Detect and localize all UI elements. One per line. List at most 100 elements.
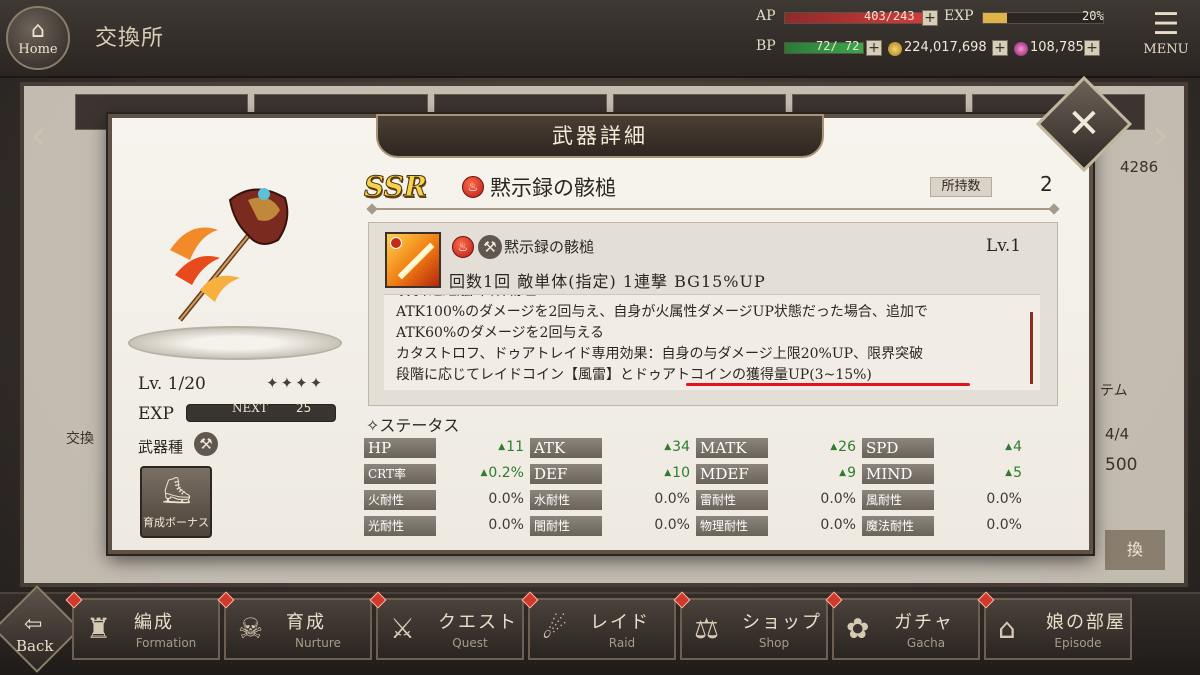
- stat-cell: CRT率 ▲0.2%: [364, 464, 526, 486]
- stat-cell: HP ▲11: [364, 438, 526, 460]
- hamburger-icon: ☰: [1152, 7, 1180, 42]
- stat-value: ▲4: [1005, 439, 1022, 455]
- highlight-underline: [686, 383, 970, 386]
- bp-value: 72/ 72: [816, 39, 860, 53]
- stat-cell: 雷耐性 0.0%: [696, 490, 858, 512]
- stat-cell: DEF ▲10: [530, 464, 692, 486]
- stat-value: 0.0%: [986, 517, 1022, 533]
- ap-plus-button[interactable]: +: [922, 10, 938, 26]
- right-arrow-icon: ›: [1152, 110, 1169, 159]
- stat-label: MDEF: [696, 464, 768, 484]
- stat-value: ▲9: [839, 465, 856, 481]
- ap-label: AP: [756, 8, 776, 24]
- stat-label: DEF: [530, 464, 602, 484]
- nav-sublabel: Episode: [1054, 636, 1102, 650]
- status-header: ✧ステータス: [366, 416, 460, 435]
- weapon-exp-label: EXP: [138, 404, 174, 424]
- increase-icon: ▲: [664, 442, 672, 452]
- stat-cell: 火耐性 0.0%: [364, 490, 526, 512]
- stat-value: 0.0%: [488, 517, 524, 533]
- status-icon: ✧: [366, 416, 380, 435]
- nav-sublabel: Shop: [758, 636, 790, 650]
- nav-sublabel: Gacha: [906, 636, 946, 650]
- skill-description[interactable]: 攻撃/近距離/単体/物理 ATK100%のダメージを2回与え、自身が火属性ダメー…: [384, 294, 1040, 390]
- nurture-bonus-button[interactable]: ⛸ 育成ボーナス: [140, 466, 212, 538]
- home-icon: ⌂: [31, 17, 45, 43]
- home-button[interactable]: ⌂ Home: [6, 6, 70, 70]
- nav-label: ガチャ: [894, 612, 954, 633]
- nav-quest-button[interactable]: ⚔ クエスト Quest: [369, 591, 524, 660]
- gem-plus-button[interactable]: +: [1084, 40, 1100, 56]
- increase-icon: ▲: [830, 442, 838, 452]
- stat-cell: 魔法耐性 0.0%: [862, 516, 1024, 538]
- gem-icon: [1014, 42, 1028, 56]
- left-arrow-icon: ‹: [30, 110, 47, 159]
- nav-raid-button[interactable]: ☄ レイド Raid: [521, 591, 676, 660]
- stat-label: 風耐性: [862, 490, 934, 510]
- menu-button[interactable]: ☰ MENU: [1140, 8, 1192, 68]
- stat-cell: 水耐性 0.0%: [530, 490, 692, 512]
- background-exchange-button: 換: [1105, 530, 1165, 570]
- skill-scrollbar[interactable]: [1030, 312, 1033, 384]
- axe-icon: ⚒: [194, 432, 218, 456]
- nav-label: 編成: [134, 612, 174, 633]
- nav-nurture-button[interactable]: ☠ 育成 Nurture: [217, 591, 372, 660]
- increase-icon: ▲: [1005, 442, 1013, 452]
- weapon-type-label: 武器種: [138, 438, 184, 456]
- stat-label: HP: [364, 438, 436, 458]
- gold-plus-button[interactable]: +: [992, 40, 1008, 56]
- stat-cell: MATK ▲26: [696, 438, 858, 460]
- nav-label: クエスト: [438, 612, 518, 633]
- gold-icon: [888, 42, 902, 56]
- weapon-level: Lv. 1/20: [138, 374, 206, 394]
- player-stats: AP 403/243 + EXP 20% BP 72/ 72 + 224,017…: [754, 6, 1134, 66]
- nav-shop-button[interactable]: ⚖ ショップ Shop: [673, 591, 828, 660]
- close-icon: ✕: [1067, 100, 1101, 147]
- nav-label: 娘の部屋: [1046, 612, 1126, 633]
- bp-label: BP: [756, 38, 776, 54]
- stat-label: 物理耐性: [696, 516, 768, 536]
- stat-label: 魔法耐性: [862, 516, 934, 536]
- background-number: 4286: [1120, 158, 1159, 176]
- skill-desc-line: 攻撃/近距離/単体/物理: [396, 295, 1028, 302]
- nav-sublabel: Formation: [135, 636, 197, 650]
- stat-cell: ATK ▲34: [530, 438, 692, 460]
- increase-icon: ▲: [664, 468, 672, 478]
- exp-next-label: NEXT: [232, 401, 268, 415]
- nav-formation-button[interactable]: ♜ 編成 Formation: [65, 591, 220, 660]
- menu-label: MENU: [1143, 42, 1189, 57]
- axe-icon: ⚒: [478, 235, 502, 259]
- skill-level: Lv.1: [986, 236, 1022, 256]
- stat-value: 0.0%: [654, 517, 690, 533]
- stat-label: 火耐性: [364, 490, 436, 510]
- stat-label: 光耐性: [364, 516, 436, 536]
- nav-label: ショップ: [742, 612, 822, 633]
- exp-next-value: 25: [296, 401, 312, 415]
- fire-mini-icon: [390, 237, 402, 249]
- increase-icon: ▲: [480, 468, 488, 478]
- nav-sublabel: Raid: [608, 636, 636, 650]
- stat-cell: SPD ▲4: [862, 438, 1024, 460]
- nav-gacha-button[interactable]: ✿ ガチャ Gacha: [825, 591, 980, 660]
- skill-name: 黙示録の骸槌: [504, 238, 595, 256]
- exp-label: EXP: [944, 8, 974, 24]
- ap-value: 403/243: [864, 9, 915, 23]
- fire-element-icon: ♨: [462, 176, 484, 198]
- modal-title: 武器詳細: [376, 114, 824, 158]
- stat-cell: 風耐性 0.0%: [862, 490, 1024, 512]
- increase-icon: ▲: [839, 468, 847, 478]
- nav-label: レイド: [590, 612, 650, 633]
- stat-label: ATK: [530, 438, 602, 458]
- bp-plus-button[interactable]: +: [866, 40, 882, 56]
- stat-cell: 物理耐性 0.0%: [696, 516, 858, 538]
- home-label: Home: [18, 41, 58, 57]
- nav-label: 育成: [286, 612, 326, 633]
- stat-value: ▲11: [498, 439, 524, 455]
- back-icon: ⇦: [24, 612, 43, 637]
- boot-icon: ⛸: [160, 476, 194, 506]
- skill-icon: [385, 232, 441, 288]
- nav-episode-button[interactable]: ⌂ 娘の部屋 Episode: [977, 591, 1132, 660]
- increase-icon: ▲: [498, 442, 506, 452]
- stat-value: 0.0%: [488, 491, 524, 507]
- limit-break-stars: ✦✦✦✦: [266, 374, 325, 392]
